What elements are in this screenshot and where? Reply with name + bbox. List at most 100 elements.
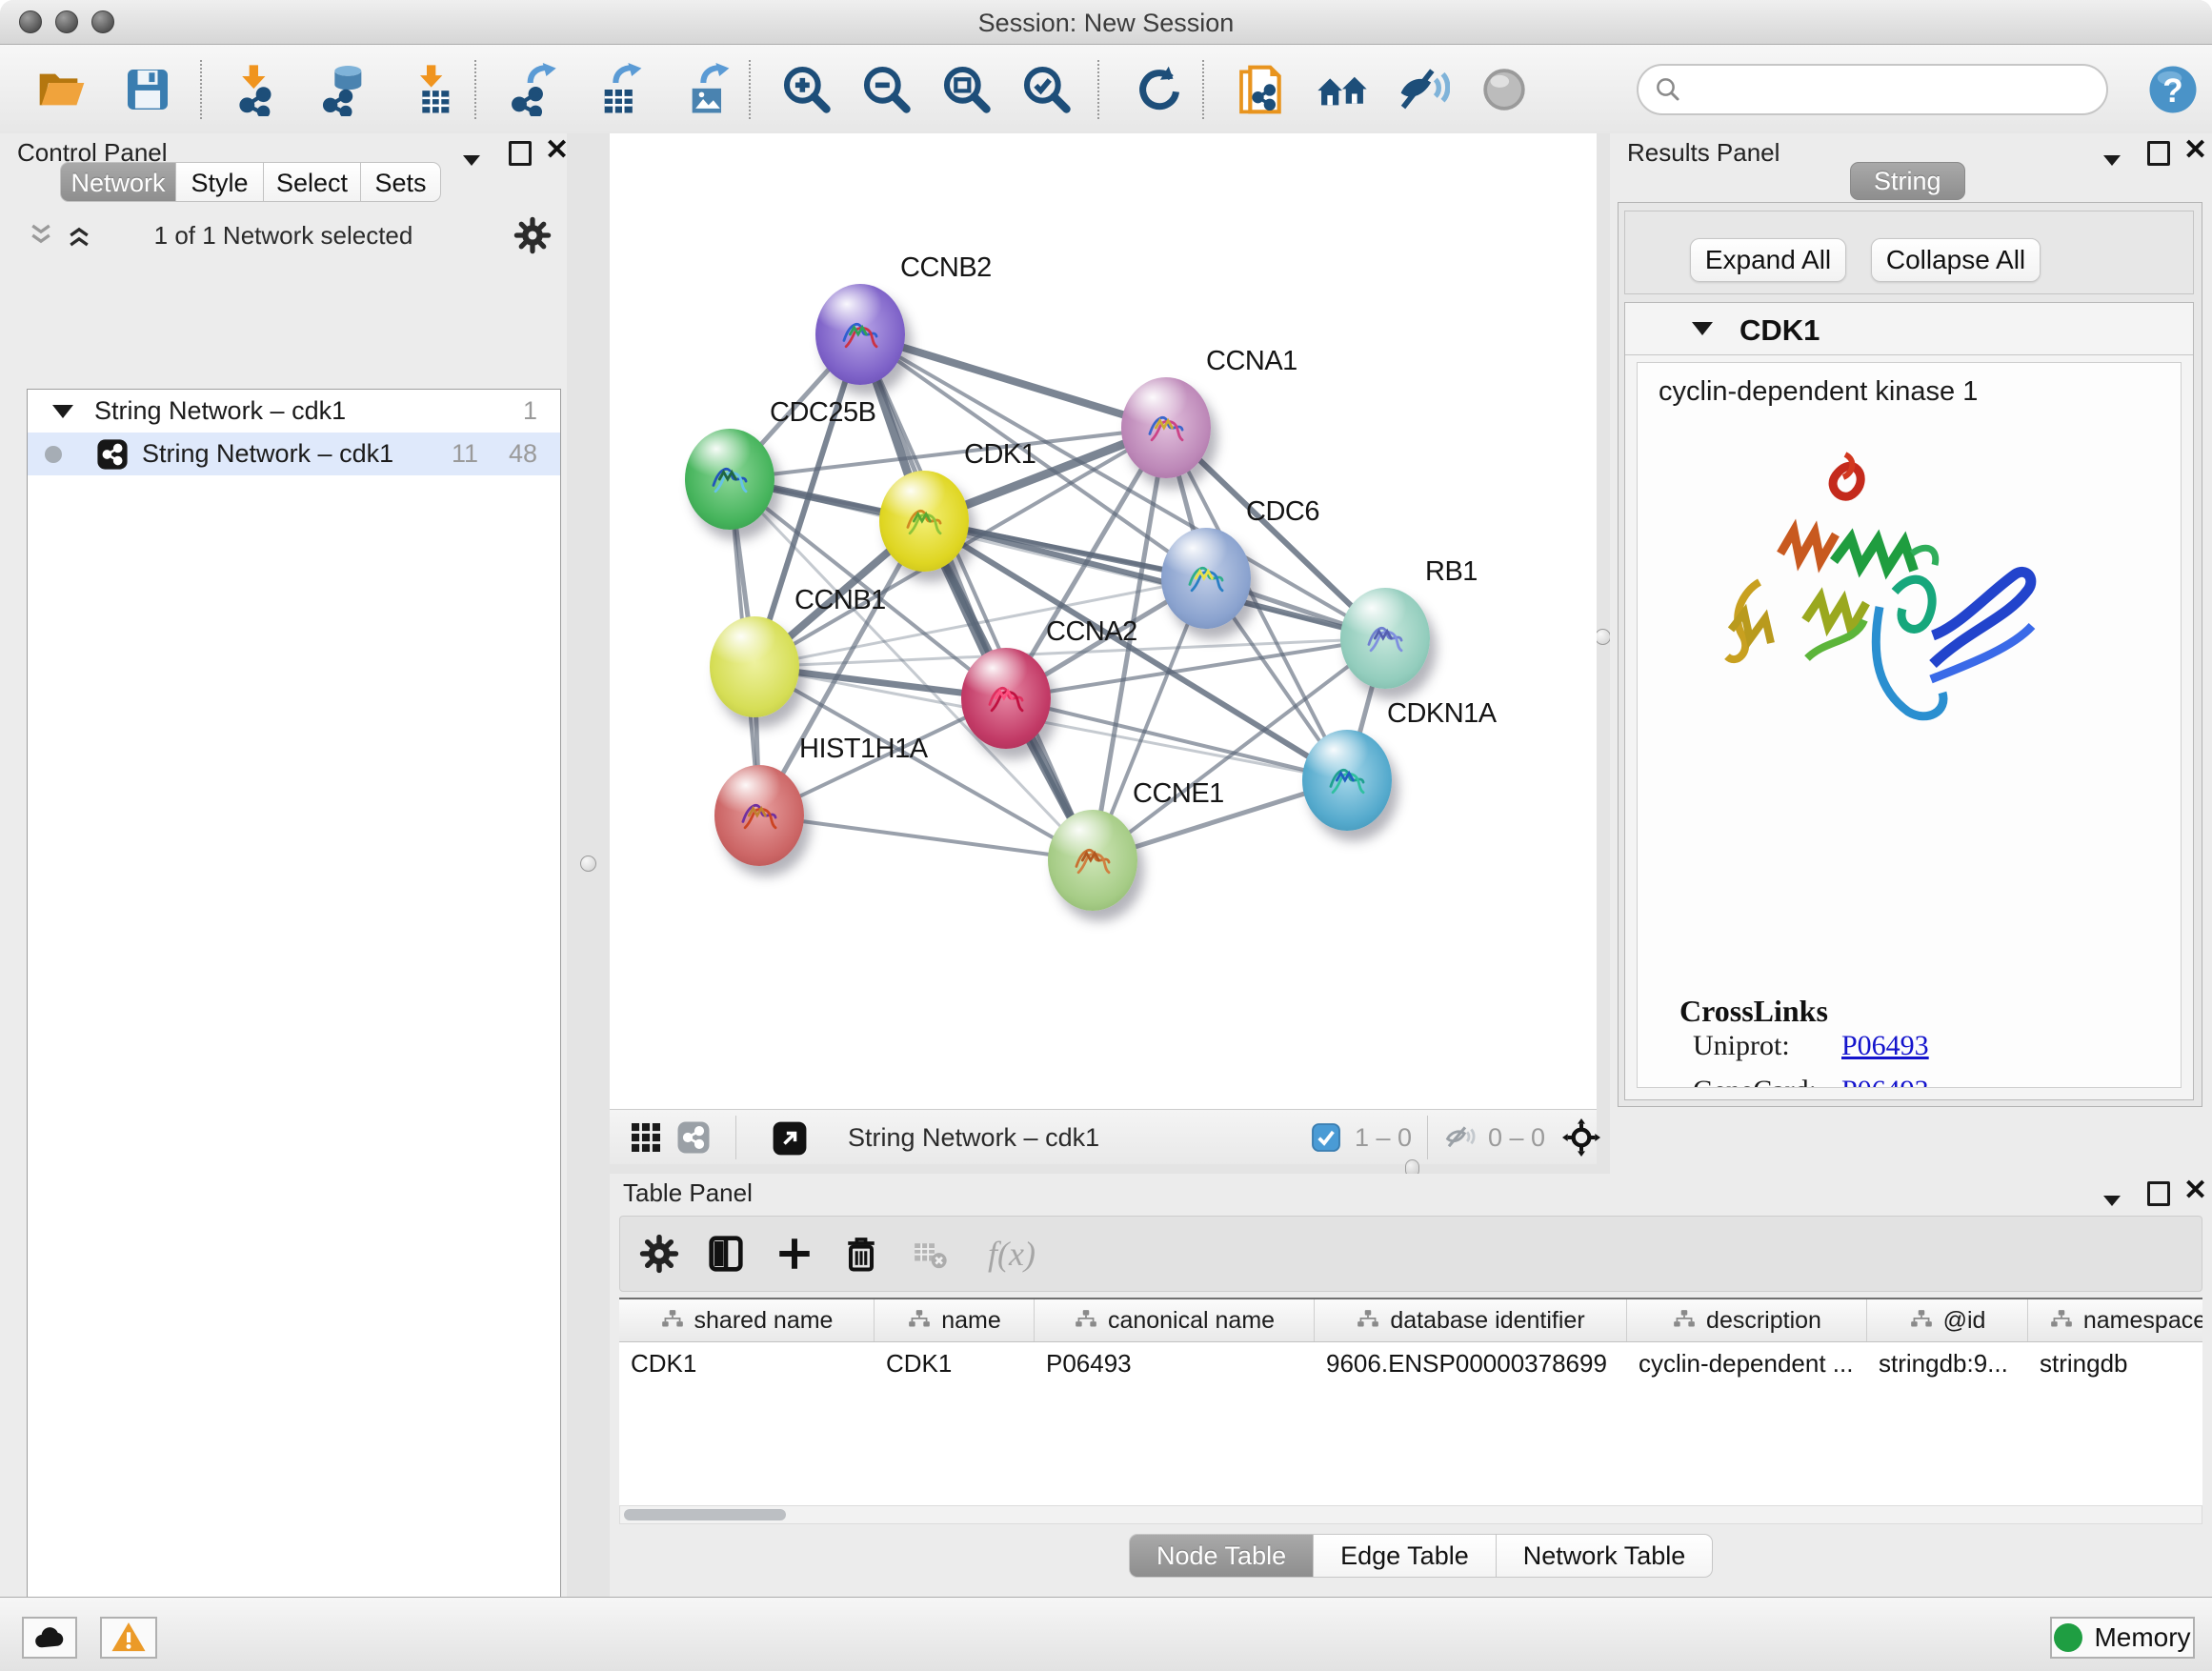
share-document-button[interactable] xyxy=(1234,62,1289,117)
float-panel-icon[interactable] xyxy=(2147,141,2170,170)
crosslink-link[interactable]: P06493 xyxy=(1841,1075,1929,1088)
column-header--id[interactable]: @id xyxy=(1867,1299,2028,1341)
panel-menu-icon[interactable] xyxy=(2103,145,2121,170)
warning-icon xyxy=(110,1619,148,1657)
help-button[interactable]: ? xyxy=(2145,62,2201,117)
table-horizontal-scrollbar[interactable] xyxy=(619,1505,2202,1524)
zoom-in-button[interactable] xyxy=(779,62,835,117)
delete-columns-button[interactable] xyxy=(837,1230,885,1278)
import-table-file-button[interactable] xyxy=(406,62,461,117)
network-node-rb1[interactable] xyxy=(1340,588,1430,689)
import-network-database-button[interactable] xyxy=(318,62,373,117)
left-splitter[interactable] xyxy=(567,133,610,1597)
tab-style[interactable]: Style xyxy=(176,162,264,202)
home-button[interactable] xyxy=(1315,62,1370,117)
hidden-eye-slash-icon[interactable] xyxy=(1444,1121,1477,1154)
gene-entry-header[interactable]: CDK1 xyxy=(1625,303,2193,355)
float-panel-icon[interactable] xyxy=(2147,1181,2170,1210)
pan-crosshair-icon[interactable] xyxy=(1562,1118,1600,1157)
network-node-ccne1[interactable] xyxy=(1048,810,1137,911)
tab-network-table[interactable]: Network Table xyxy=(1497,1534,1714,1578)
search-input[interactable] xyxy=(1692,74,2091,106)
network-canvas[interactable]: CCNB2CCNA1CDC25BCDK1CDC6RB1CCNB1CCNA2CDK… xyxy=(610,133,1597,1109)
save-session-button[interactable] xyxy=(120,62,175,117)
export-image-button[interactable] xyxy=(680,62,735,117)
toolbar-separator xyxy=(749,60,751,119)
function-builder-button[interactable]: f(x) xyxy=(969,1230,1055,1278)
show-columns-button[interactable] xyxy=(702,1230,750,1278)
network-row-selected[interactable]: String Network – cdk1 11 48 xyxy=(28,433,560,475)
protein-structure-thumbnail xyxy=(699,449,760,510)
create-column-button[interactable] xyxy=(771,1230,818,1278)
export-table-button[interactable] xyxy=(593,62,648,117)
network-node-ccnb2[interactable] xyxy=(815,284,905,385)
open-in-new-window-icon[interactable] xyxy=(772,1120,808,1157)
network-edge[interactable] xyxy=(860,334,1166,428)
crosslink-link[interactable]: P06493 xyxy=(1841,1030,1929,1062)
network-node-hist1h1a[interactable] xyxy=(714,765,804,866)
network-edge[interactable] xyxy=(860,334,1093,860)
tab-network[interactable]: Network xyxy=(60,162,176,202)
apply-layout-button[interactable] xyxy=(1132,62,1187,117)
node-label-ccne1: CCNE1 xyxy=(1133,778,1224,810)
birds-eye-view-icon[interactable] xyxy=(629,1120,663,1155)
column-header-namespace[interactable]: namespace xyxy=(2028,1299,2202,1341)
right-splitter[interactable] xyxy=(1597,133,1610,1174)
column-header-label: name xyxy=(941,1307,1001,1335)
warning-status-button[interactable] xyxy=(100,1617,157,1659)
network-overview-icon[interactable] xyxy=(676,1120,711,1155)
table-settings-button[interactable] xyxy=(635,1230,683,1278)
close-panel-icon[interactable]: ✕ xyxy=(2183,139,2207,162)
splitter-grip[interactable] xyxy=(1595,629,1611,645)
collapse-entry-icon[interactable] xyxy=(1692,322,1713,335)
table-panel-title: Table Panel xyxy=(623,1178,753,1208)
export-network-button[interactable] xyxy=(505,62,560,117)
network-collection-row[interactable]: String Network – cdk1 1 xyxy=(28,390,560,433)
tab-select[interactable]: Select xyxy=(264,162,361,202)
zoom-selected-button[interactable] xyxy=(1019,62,1075,117)
network-edge[interactable] xyxy=(759,815,1093,860)
network-node-cdkn1a[interactable] xyxy=(1302,730,1392,831)
column-header-name[interactable]: name xyxy=(875,1299,1035,1341)
tab-node-table[interactable]: Node Table xyxy=(1129,1534,1314,1578)
close-panel-icon[interactable]: ✕ xyxy=(545,139,569,162)
expand-all-button[interactable]: Expand All xyxy=(1690,238,1846,282)
network-edge[interactable] xyxy=(1006,698,1347,780)
float-panel-icon[interactable] xyxy=(509,141,532,170)
network-node-cdc6[interactable] xyxy=(1161,528,1251,629)
network-node-cdk1[interactable] xyxy=(879,471,969,572)
column-header-canonical-name[interactable]: canonical name xyxy=(1035,1299,1315,1341)
selected-checkbox-icon[interactable] xyxy=(1311,1122,1341,1153)
collection-expand-icon[interactable] xyxy=(52,405,73,418)
collapse-all-button[interactable]: Collapse All xyxy=(1871,238,2041,282)
open-session-button[interactable] xyxy=(34,62,90,117)
delete-table-button[interactable] xyxy=(906,1230,954,1278)
network-node-ccnb1[interactable] xyxy=(710,616,799,717)
column-header-description[interactable]: description xyxy=(1627,1299,1867,1341)
cloud-status-button[interactable] xyxy=(22,1617,77,1659)
column-header-shared-name[interactable]: shared name xyxy=(619,1299,875,1341)
close-panel-icon[interactable]: ✕ xyxy=(2183,1179,2207,1202)
tab-sets[interactable]: Sets xyxy=(361,162,441,202)
tab-string[interactable]: String xyxy=(1850,162,1965,200)
gear-icon[interactable] xyxy=(513,215,553,255)
memory-button[interactable]: Memory xyxy=(2050,1617,2195,1659)
zoom-out-button[interactable] xyxy=(859,62,915,117)
horizontal-splitter[interactable] xyxy=(610,1164,1597,1174)
zoom-fit-button[interactable] xyxy=(939,62,995,117)
panel-menu-icon[interactable] xyxy=(463,145,480,170)
column-header-database-identifier[interactable]: database identifier xyxy=(1315,1299,1627,1341)
plus-icon xyxy=(774,1234,814,1274)
hide-graphics-details-button[interactable] xyxy=(1396,62,1451,117)
show-graphics-details-button[interactable] xyxy=(1477,62,1532,117)
network-node-ccna1[interactable] xyxy=(1121,377,1211,478)
tab-edge-table[interactable]: Edge Table xyxy=(1314,1534,1497,1578)
table-row[interactable]: CDK1CDK1P064939606.ENSP00000378699cyclin… xyxy=(619,1342,2202,1384)
search-field[interactable] xyxy=(1637,64,2108,115)
scrollbar-thumb[interactable] xyxy=(624,1509,786,1520)
network-node-cdc25b[interactable] xyxy=(685,429,774,530)
splitter-grip[interactable] xyxy=(580,856,596,872)
panel-menu-icon[interactable] xyxy=(2103,1185,2121,1210)
import-network-file-button[interactable] xyxy=(231,62,286,117)
network-node-ccna2[interactable] xyxy=(961,648,1051,749)
